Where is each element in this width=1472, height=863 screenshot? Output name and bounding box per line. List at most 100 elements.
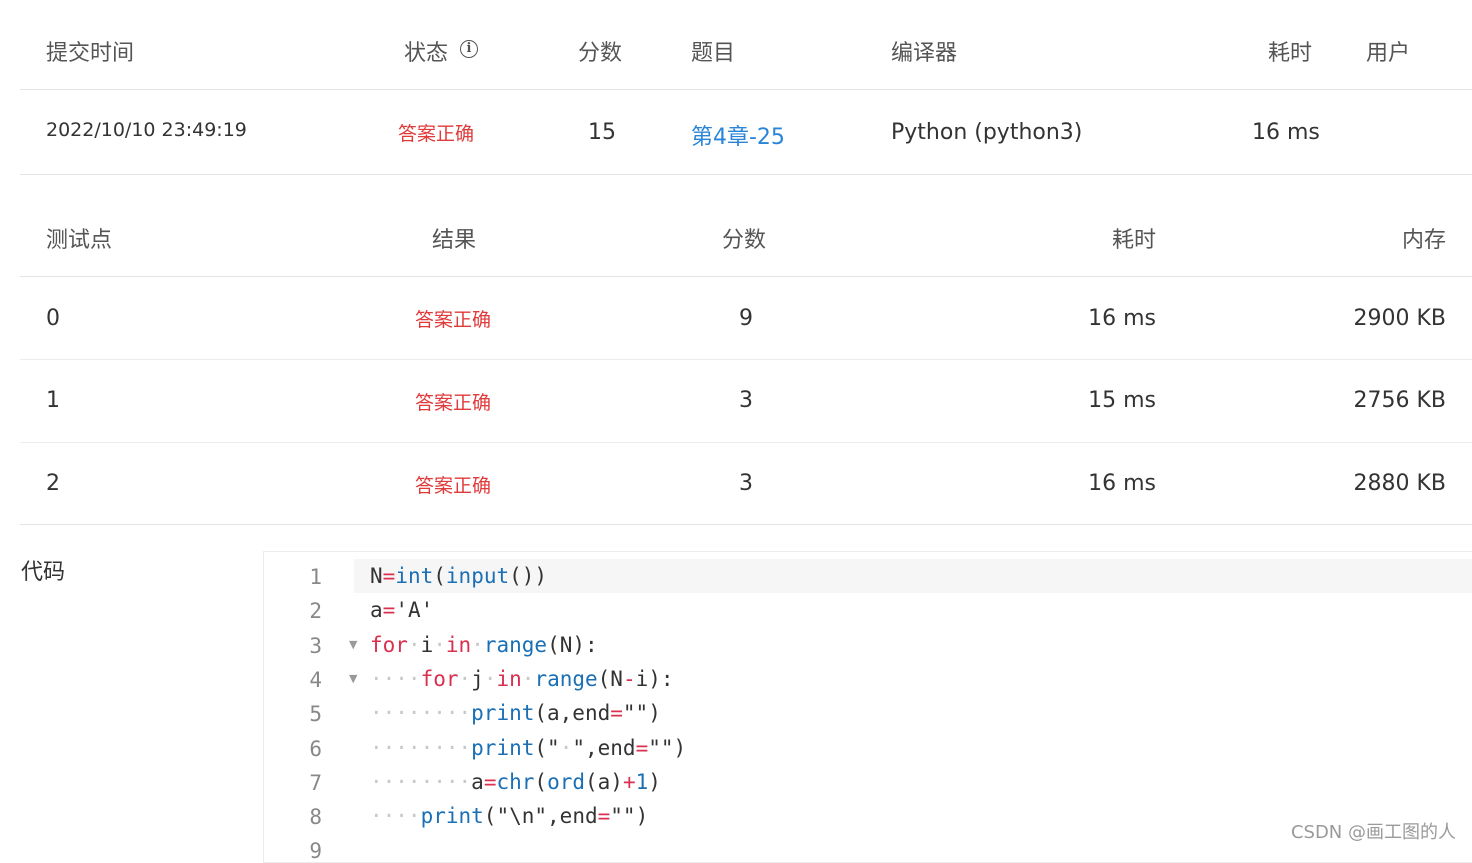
header-test-point: 测试点 [46, 228, 113, 253]
ws: · [521, 666, 535, 691]
test-memory: 2880 KB [1353, 471, 1446, 496]
info-circle-icon[interactable]: i [460, 40, 478, 58]
operator: = [483, 769, 497, 794]
code-line[interactable]: N=int(input()) [370, 559, 547, 593]
code-line[interactable]: ····print("\n",end="") [370, 799, 648, 833]
header-submit-time: 提交时间 [46, 41, 135, 66]
test-score: 3 [739, 471, 753, 496]
string: 'A' [395, 598, 434, 623]
ws: ········ [370, 701, 472, 726]
number: 1 [635, 769, 649, 794]
line-number: 1 [309, 565, 322, 589]
test-elapsed: 15 ms [1088, 388, 1156, 413]
operator: = [635, 735, 649, 760]
submission-elapsed: 16 ms [1252, 120, 1320, 145]
header-compiler: 编译器 [891, 41, 958, 66]
line-number: 3 [309, 633, 322, 658]
header-elapsed: 耗时 [1111, 228, 1156, 253]
ws: · [407, 632, 421, 657]
divider [20, 174, 1472, 175]
fold-arrow-icon[interactable]: ▼ [349, 638, 357, 651]
result-badge: 答案正确 [415, 309, 492, 331]
test-score: 3 [739, 388, 753, 413]
compiler-name: Python (python3) [891, 120, 1083, 145]
operator: - [622, 666, 636, 691]
operator: = [382, 564, 396, 588]
ws: ···· [370, 804, 421, 829]
builtin: print [471, 735, 535, 760]
line-number: 2 [309, 599, 322, 624]
header-user: 用户 [1366, 41, 1411, 66]
keyword: in [445, 632, 472, 657]
string: "" [648, 735, 674, 760]
divider [20, 276, 1472, 277]
operator: = [597, 804, 611, 829]
header-score: 分数 [722, 228, 767, 253]
ws: · [433, 632, 446, 657]
keyword: for [370, 632, 408, 657]
watermark: CSDN @画工图的人 [1290, 822, 1456, 843]
operator: = [382, 598, 396, 623]
string: "" [610, 804, 636, 829]
builtin: print [420, 804, 484, 829]
keyword: in [496, 666, 522, 691]
builtin: range [534, 666, 598, 691]
header-elapsed: 耗时 [1268, 41, 1313, 66]
code-line[interactable]: for·i·in·range(N): [370, 628, 598, 662]
result-badge: 答案正确 [415, 475, 492, 497]
ws: ···· [370, 666, 421, 691]
code-line[interactable]: ········a=chr(ord(a)+1) [370, 765, 661, 799]
result-badge: 答案正确 [415, 392, 492, 414]
test-elapsed: 16 ms [1088, 306, 1156, 331]
code-line[interactable]: ····for·j·in·range(N-i): [370, 662, 674, 696]
fold-arrow-icon[interactable]: ▼ [349, 672, 357, 685]
line-number: 9 [309, 839, 322, 863]
operator: + [622, 769, 636, 794]
ws: · [458, 666, 472, 691]
header-problem: 题目 [691, 41, 736, 66]
divider [20, 89, 1472, 90]
submission-score: 15 [588, 120, 616, 145]
code-label: 代码 [21, 560, 66, 585]
problem-link[interactable]: 第4章-25 [691, 119, 785, 151]
line-number: 5 [309, 702, 322, 727]
ws: ········ [370, 769, 472, 794]
ws: ········ [370, 735, 472, 760]
ws: · [471, 632, 484, 657]
string: "\n" [496, 804, 548, 829]
code-line[interactable]: ········print("·",end="") [370, 731, 686, 765]
string: "" [622, 701, 649, 726]
builtin: int [395, 564, 434, 588]
line-number: 4 [309, 667, 322, 692]
keyword: for [420, 666, 459, 691]
header-score: 分数 [578, 41, 623, 66]
builtin: print [471, 701, 535, 726]
test-point: 2 [46, 471, 60, 496]
test-score: 9 [739, 306, 753, 331]
status-badge: 答案正确 [398, 123, 475, 145]
submit-time: 2022/10/10 23:49:19 [46, 119, 247, 141]
divider [20, 359, 1472, 360]
header-status: 状态 [404, 41, 449, 66]
divider [20, 442, 1472, 443]
header-result: 结果 [432, 228, 477, 253]
test-memory: 2900 KB [1353, 306, 1446, 331]
builtin: range [483, 632, 548, 657]
divider [20, 524, 1472, 525]
test-point: 1 [46, 388, 60, 413]
header-memory: 内存 [1401, 228, 1446, 253]
line-number: 8 [309, 805, 322, 830]
code-editor[interactable]: 1 2 3 4 5 6 7 8 9 ▼ ▼ N=int(input()) a='A' for·i·i… [263, 551, 1472, 863]
string: "·" [547, 735, 585, 760]
line-number: 7 [309, 770, 322, 795]
builtin: ord [547, 769, 585, 794]
builtin: chr [496, 769, 535, 794]
line-number: 6 [309, 736, 322, 761]
code-line[interactable]: a='A' [370, 593, 433, 627]
code-line[interactable]: ········print(a,end="") [370, 696, 661, 730]
ws: · [483, 666, 497, 691]
operator: = [610, 701, 623, 726]
test-memory: 2756 KB [1353, 388, 1446, 413]
builtin: input [445, 564, 510, 588]
test-elapsed: 16 ms [1088, 471, 1156, 496]
